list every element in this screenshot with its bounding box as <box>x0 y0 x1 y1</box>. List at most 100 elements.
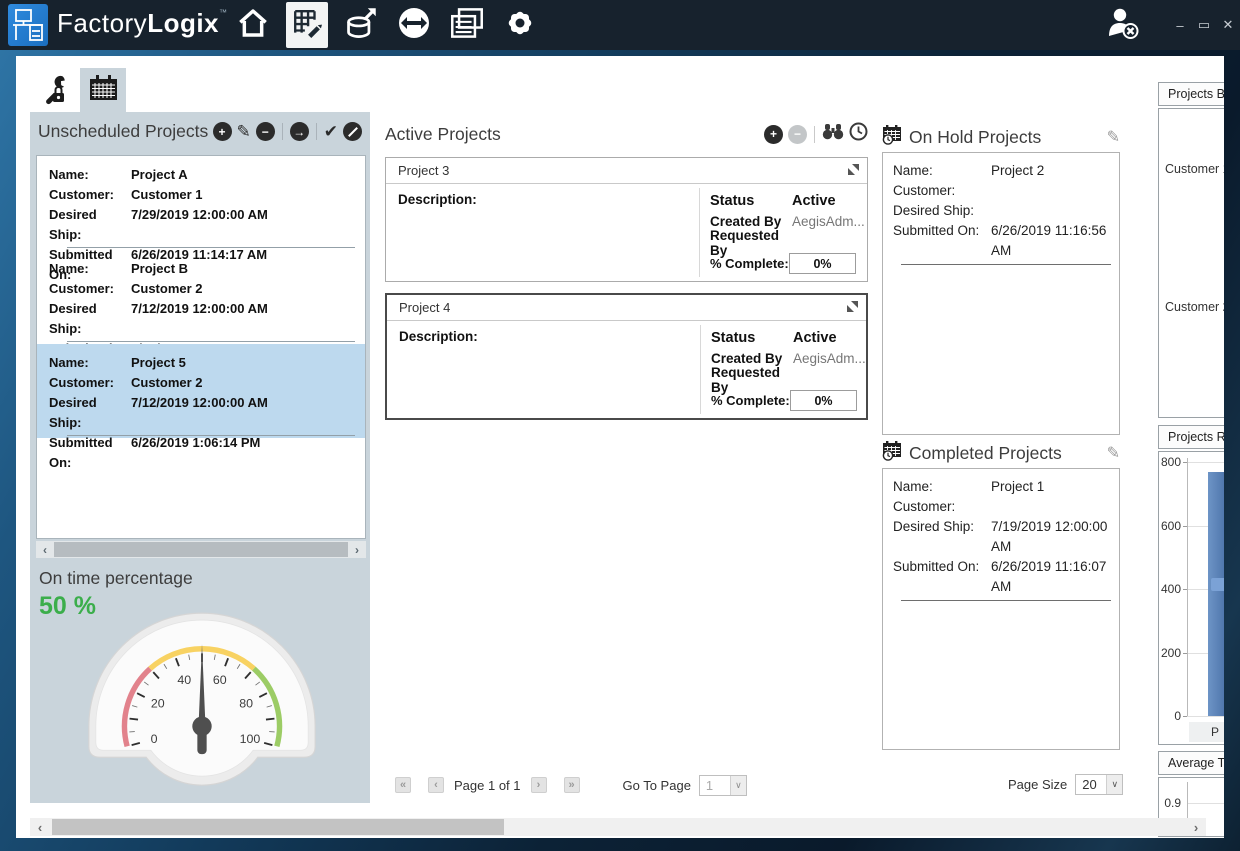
panel-header: Projects R <box>1158 425 1224 449</box>
minimize-button[interactable]: – <box>1168 18 1192 33</box>
close-button[interactable]: ✕ <box>1216 17 1240 33</box>
svg-text:0: 0 <box>151 732 158 746</box>
home-icon <box>236 7 270 44</box>
wrench-lock-icon <box>37 73 69 110</box>
history-clock-icon[interactable] <box>849 122 868 146</box>
scroll-left-arrow[interactable]: ‹ <box>30 818 50 836</box>
svg-text:60: 60 <box>213 673 227 687</box>
reports-nav-button[interactable] <box>447 0 487 50</box>
scroll-right-arrow[interactable]: › <box>1186 818 1206 836</box>
list-separator <box>901 600 1111 601</box>
reject-button[interactable] <box>343 122 362 141</box>
field-value: 6/26/2019 11:16:56 AM <box>991 221 1119 261</box>
field-label: Name: <box>49 353 131 373</box>
percent-label: % Complete: <box>711 393 793 408</box>
goto-page-combobox[interactable]: 1 ∨ <box>699 775 747 796</box>
bar-chart: 800 600 400 200 0 P <box>1158 451 1224 745</box>
legend-label: Customer 2 <box>1165 300 1224 314</box>
field-label: Name: <box>49 165 131 185</box>
active-pager: « ‹ Page 1 of 1 › » Go To Page 1 ∨ <box>395 773 747 797</box>
goto-page-value: 1 <box>700 776 730 795</box>
svg-text:40: 40 <box>177 673 191 687</box>
main-horizontal-scrollbar: ‹ › <box>30 818 1206 836</box>
field-label: Customer: <box>893 497 991 517</box>
project-list-item-selected[interactable]: Name:Project 5 Customer:Customer 2 Desir… <box>37 344 365 438</box>
completed-item[interactable]: Name:Project 1 Customer: Desired Ship:7/… <box>893 477 1119 601</box>
field-value: 7/12/2019 12:00:00 AM <box>131 393 268 433</box>
prev-page-button[interactable]: ‹ <box>428 777 444 793</box>
y-tick: 800 <box>1159 455 1181 469</box>
sync-nav-button[interactable] <box>394 0 434 50</box>
accept-button[interactable]: ✔ <box>324 122 338 141</box>
status-label: Status <box>711 330 793 346</box>
edit-project-button[interactable]: ✎ <box>237 122 251 141</box>
last-page-button[interactable]: » <box>564 777 580 793</box>
page-size-label: Page Size <box>1008 777 1067 792</box>
field-label: Customer: <box>49 279 131 299</box>
field-value: Customer 2 <box>131 279 203 299</box>
card-divider <box>699 188 700 277</box>
percent-complete-field[interactable]: 0% <box>790 390 857 411</box>
edit-completed-button[interactable]: ✎ <box>1107 443 1120 463</box>
tab-configuration[interactable] <box>30 70 76 112</box>
data-import-nav-button[interactable] <box>341 0 381 50</box>
maximize-button[interactable]: ▭ <box>1192 17 1216 33</box>
calendar-clock-icon <box>882 124 903 150</box>
toolbar-divider <box>814 126 815 143</box>
page-size-combobox[interactable]: 20 ∨ <box>1075 774 1123 795</box>
unscheduled-title: Unscheduled Projects <box>38 121 208 142</box>
on-hold-item[interactable]: Name:Project 2 Customer: Desired Ship: S… <box>893 161 1119 265</box>
schedule-nav-button[interactable] <box>286 2 328 48</box>
active-card-project4-selected[interactable]: Project 4 Description: StatusActive Crea… <box>385 293 868 420</box>
completed-box: Name:Project 1 Customer: Desired Ship:7/… <box>882 468 1120 750</box>
active-toolbar: + − <box>764 122 868 146</box>
y-tick: 200 <box>1159 646 1181 660</box>
page-indicator: Page 1 of 1 <box>454 778 521 793</box>
projects-by-panel: Projects B Customer 1 Customer 2 <box>1158 82 1224 418</box>
status-value: Active <box>792 193 836 209</box>
y-tick: 0 <box>1159 709 1181 723</box>
y-tick: 0.9 <box>1159 796 1181 810</box>
field-value: Project A <box>131 165 188 185</box>
field-value: Project 1 <box>991 477 1044 497</box>
user-logout-button[interactable] <box>1106 6 1140 45</box>
field-label: Name: <box>49 259 131 279</box>
remove-active-button-disabled[interactable]: − <box>788 125 807 144</box>
field-label: Desired Ship: <box>49 393 131 433</box>
legend-label: Customer 1 <box>1165 162 1224 176</box>
toolbar-divider <box>316 123 317 140</box>
expand-card-icon[interactable] <box>848 162 859 180</box>
scroll-right-arrow[interactable]: › <box>348 541 366 558</box>
next-page-button[interactable]: › <box>531 777 547 793</box>
ontime-title: On time percentage <box>39 568 193 589</box>
list-separator <box>67 435 355 436</box>
find-binoculars-icon[interactable] <box>822 123 844 145</box>
field-label: Customer: <box>49 373 131 393</box>
scrollbar-thumb[interactable] <box>54 542 348 557</box>
active-card-project3[interactable]: Project 3 Description: StatusActive Crea… <box>385 157 868 282</box>
title-bar: FactoryLogix™ <box>0 0 1240 50</box>
add-active-button[interactable]: + <box>764 125 783 144</box>
first-page-button[interactable]: « <box>395 777 411 793</box>
scroll-left-arrow[interactable]: ‹ <box>36 541 54 558</box>
expand-card-icon[interactable] <box>847 299 858 317</box>
description-label: Description: <box>399 329 478 344</box>
requested-by-label: Requested By <box>711 365 793 395</box>
field-value: 7/12/2019 12:00:00 AM <box>131 299 268 339</box>
home-nav-button[interactable] <box>233 0 273 50</box>
percent-complete-field[interactable]: 0% <box>789 253 856 274</box>
project-list-item[interactable]: Name:Project A Customer:Customer 1 Desir… <box>37 156 365 250</box>
settings-nav-button[interactable] <box>500 0 540 50</box>
remove-project-button[interactable]: − <box>256 122 275 141</box>
field-label: Submitted On: <box>893 557 991 597</box>
edit-on-hold-button[interactable]: ✎ <box>1107 127 1120 147</box>
tab-schedule[interactable] <box>80 68 126 112</box>
card-title: Project 3 <box>398 163 449 178</box>
panel-header: Average T <box>1158 751 1224 775</box>
project-list-item[interactable]: Name:Project B Customer:Customer 2 Desir… <box>37 250 365 344</box>
add-project-button[interactable]: + <box>213 122 232 141</box>
schedule-project-button[interactable]: → <box>290 122 309 141</box>
field-label: Submitted On: <box>893 221 991 261</box>
scrollbar-thumb[interactable] <box>52 819 504 835</box>
field-value: 6/26/2019 1:06:14 PM <box>131 433 260 473</box>
